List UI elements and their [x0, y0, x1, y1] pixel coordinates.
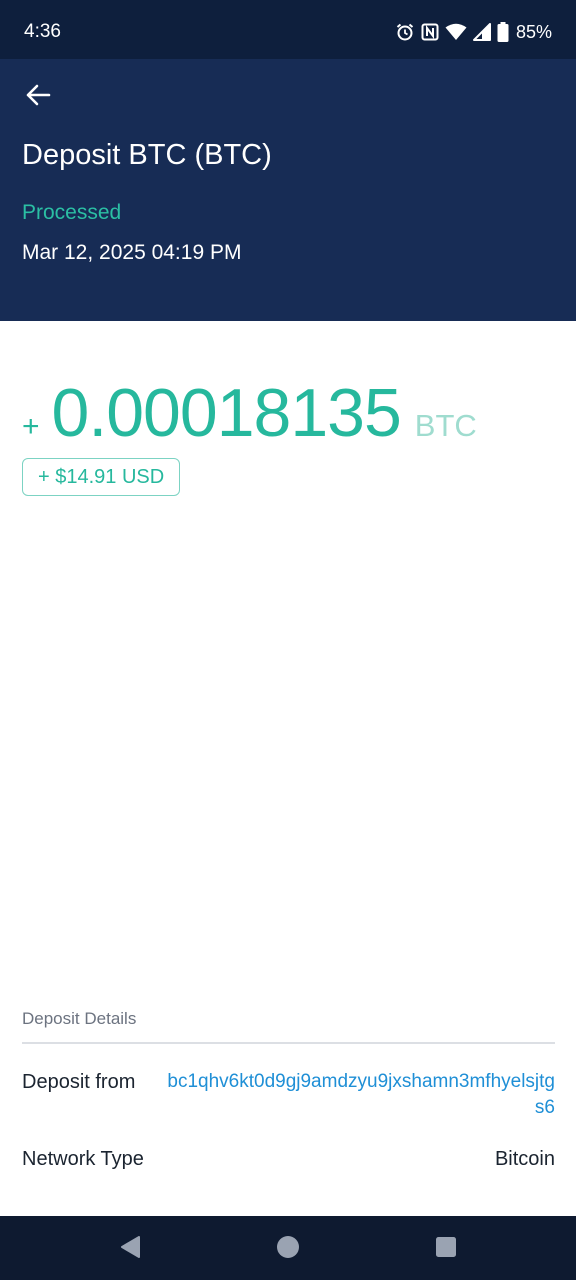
- system-nav-bar: [0, 1216, 576, 1280]
- amount-unit: BTC: [414, 408, 477, 443]
- alarm-icon: [395, 22, 415, 42]
- battery-percentage: 85%: [515, 22, 552, 42]
- nfc-icon: [421, 23, 439, 41]
- battery-icon: [497, 22, 509, 42]
- status-icons: 85%: [395, 20, 552, 44]
- transaction-status: Processed: [22, 201, 122, 224]
- details-divider: [22, 1042, 555, 1044]
- details-heading: Deposit Details: [22, 1009, 137, 1028]
- usd-value-badge: + $14.91 USD: [22, 458, 181, 496]
- home-circle-icon: [276, 1235, 300, 1264]
- status-time: 4:36: [24, 21, 61, 42]
- nav-home-button[interactable]: [275, 1235, 301, 1264]
- status-bar: 4:36 85%: [0, 0, 576, 59]
- amount-row: + 0.00018135 BTC: [22, 375, 477, 451]
- back-button[interactable]: [18, 79, 58, 115]
- nav-recents-button[interactable]: [433, 1236, 459, 1262]
- amount-sign: +: [22, 410, 40, 443]
- network-type-value: Bitcoin: [494, 1148, 555, 1170]
- amount-value: 0.00018135: [51, 375, 402, 451]
- back-triangle-icon: [119, 1235, 141, 1264]
- signal-icon: [472, 23, 491, 41]
- recents-square-icon: [435, 1236, 457, 1263]
- transaction-date: Mar 12, 2025 04:19 PM: [22, 241, 242, 264]
- network-type-label: Network Type: [22, 1148, 144, 1170]
- deposit-address-link[interactable]: bc1qhv6kt0d9gj9amdzyu9jxshamn3mfhyelsjtg…: [165, 1069, 555, 1121]
- deposit-from-label: Deposit from: [22, 1071, 136, 1093]
- arrow-left-icon: [25, 83, 51, 112]
- wifi-icon: [445, 23, 467, 41]
- nav-back-button[interactable]: [117, 1235, 143, 1264]
- page-title: Deposit BTC (BTC): [22, 139, 272, 171]
- header: Deposit BTC (BTC) Processed Mar 12, 2025…: [0, 59, 576, 321]
